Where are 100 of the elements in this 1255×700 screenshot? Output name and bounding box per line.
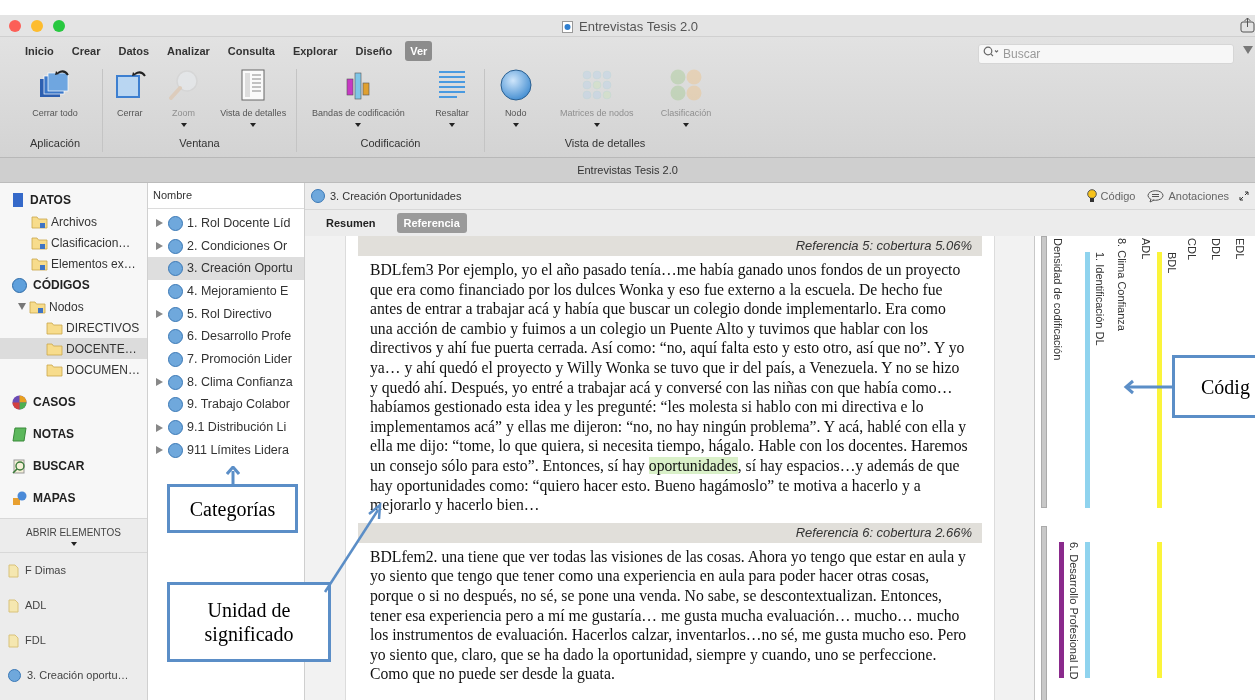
node-row[interactable]: 8. Clima Confianza [148, 370, 304, 394]
nav-section[interactable]: CÓDIGOS [0, 274, 147, 296]
open-item[interactable]: FDL [0, 623, 147, 658]
disclosure-icon[interactable] [156, 242, 163, 251]
stripe-label: DDL [1208, 238, 1223, 260]
toolbar-button[interactable]: Código [1086, 187, 1136, 205]
zoom-button[interactable] [53, 19, 65, 32]
ribbon-tab[interactable]: Diseño [350, 40, 398, 62]
disclosure-icon[interactable] [18, 303, 26, 310]
ribbon-tab[interactable]: Datos [113, 40, 155, 62]
dropdown-arrow-icon[interactable] [1243, 46, 1253, 54]
caret-icon [448, 122, 455, 127]
node-row[interactable]: 9. Trabajo Colabor [148, 393, 304, 417]
callout-box: Categorías [167, 484, 298, 533]
document-icon [8, 598, 19, 613]
view-tab[interactable]: Resumen [319, 212, 383, 234]
nav-section[interactable]: CASOS [0, 386, 147, 418]
caret-icon [180, 122, 187, 127]
node-row[interactable]: 5. Rol Directivo [148, 302, 304, 326]
four-circles-icon [669, 69, 704, 101]
sphere-icon [168, 374, 183, 390]
toolbar-button[interactable]: Anotaciones [1147, 187, 1229, 205]
disclosure-icon[interactable] [156, 446, 163, 455]
stripe-label: 6. Desarrollo Profesional LD [1066, 542, 1081, 680]
ribbon-button[interactable]: Cerrar todo [30, 69, 80, 133]
ribbon-tab[interactable]: Consulta [222, 40, 280, 62]
arrow [226, 466, 240, 485]
group-label: Ventana [179, 136, 220, 151]
open-item[interactable]: 3. Creación oportu… [0, 658, 147, 693]
folder-icon [31, 214, 48, 229]
folder-icon [29, 299, 46, 314]
nav-item[interactable]: Clasificacion… [0, 232, 147, 253]
node-row[interactable]: 7. Promoción Lider [148, 348, 304, 371]
document-icon [8, 633, 19, 648]
node-row[interactable]: 3. Creación Oportu [148, 257, 304, 281]
sphere-icon [168, 238, 183, 254]
folder-icon [46, 341, 63, 356]
reference-header: Referencia 5: cobertura 5.06% [358, 236, 982, 256]
share-icon[interactable] [1240, 17, 1255, 33]
ribbon-button[interactable]: Bandas de codificación [310, 69, 407, 133]
stripe-label: EDL [1232, 238, 1247, 260]
disclosure-icon[interactable] [156, 378, 163, 387]
sphere-icon [168, 215, 183, 231]
ribbon-tab[interactable]: Analizar [162, 40, 215, 62]
notebook-icon [12, 426, 27, 442]
caret-icon[interactable] [70, 542, 77, 546]
caret-icon [250, 122, 257, 127]
nav-section[interactable]: BUSCAR [0, 450, 147, 482]
search-icon [983, 46, 999, 57]
sphere-icon [168, 329, 183, 345]
nav-item[interactable]: Nodos [0, 296, 147, 317]
sphere-icon [12, 277, 27, 293]
speech-bubble-icon [1147, 189, 1165, 203]
callout-box: Códig [1172, 355, 1255, 418]
nav-item[interactable]: DOCENTE… [0, 338, 147, 359]
node-row[interactable]: 2. Condiciones Or [148, 234, 304, 258]
open-item[interactable]: F Dimas [0, 553, 147, 588]
node-row[interactable]: 4. Mejoramiento E [148, 280, 304, 303]
node-row[interactable]: 6. Desarrollo Profe [148, 325, 304, 349]
nav-section[interactable]: NOTAS [0, 418, 147, 450]
window-title: Entrevistas Tesis 2.0 [579, 18, 698, 36]
pie-icon [12, 394, 27, 410]
group-label: Codificación [360, 136, 421, 151]
folder-icon [31, 256, 48, 271]
ribbon-tab[interactable]: Explorar [287, 40, 343, 62]
caret-icon [683, 122, 690, 127]
disclosure-icon[interactable] [156, 423, 163, 432]
document-icon [562, 20, 573, 33]
nav-item[interactable]: Archivos [0, 211, 147, 232]
nav-item[interactable]: DIRECTIVOS [0, 317, 147, 338]
ribbon-tab[interactable]: Crear [66, 40, 106, 62]
node-row[interactable]: 1. Rol Docente Líd [148, 212, 304, 235]
close-button[interactable] [9, 19, 21, 32]
callout-box: Unidad de significado [167, 582, 331, 662]
folder-icon [46, 320, 63, 335]
node-row[interactable]: 911 Límites Lidera [148, 438, 304, 462]
folder-icon [31, 235, 48, 250]
search-field[interactable]: Buscar [978, 44, 1234, 64]
section-header: ABRIR ELEMENTOS [26, 526, 121, 540]
ribbon-button[interactable]: Cerrar [110, 69, 149, 133]
book-icon [12, 193, 24, 207]
nav-item[interactable]: Elementos ex… [0, 253, 147, 274]
nav-section[interactable]: MAPAS [0, 482, 147, 514]
group-label: Aplicación [29, 136, 81, 151]
expand-icon[interactable] [1239, 191, 1249, 201]
ribbon-tab[interactable]: Inicio [20, 40, 59, 62]
group-label: Vista de detalles [564, 136, 646, 151]
nav-section[interactable]: DATOS [0, 189, 147, 211]
disclosure-icon[interactable] [156, 310, 163, 319]
ribbon-button[interactable]: Vista de detalles [218, 69, 289, 133]
node-row[interactable]: 9.1 Distribución Li [148, 416, 304, 439]
sphere-icon [8, 669, 21, 682]
caret-icon [512, 122, 519, 127]
ribbon-button[interactable]: Nodo [496, 69, 535, 133]
column-header[interactable]: Nombre [153, 187, 193, 204]
nav-item[interactable]: DOCUMEN… [0, 359, 147, 380]
disclosure-icon[interactable] [156, 219, 163, 228]
open-item[interactable]: ADL [0, 588, 147, 623]
ribbon-button[interactable]: Resaltar [432, 69, 471, 133]
detail-title: 3. Creación Oportunidades [330, 188, 462, 204]
